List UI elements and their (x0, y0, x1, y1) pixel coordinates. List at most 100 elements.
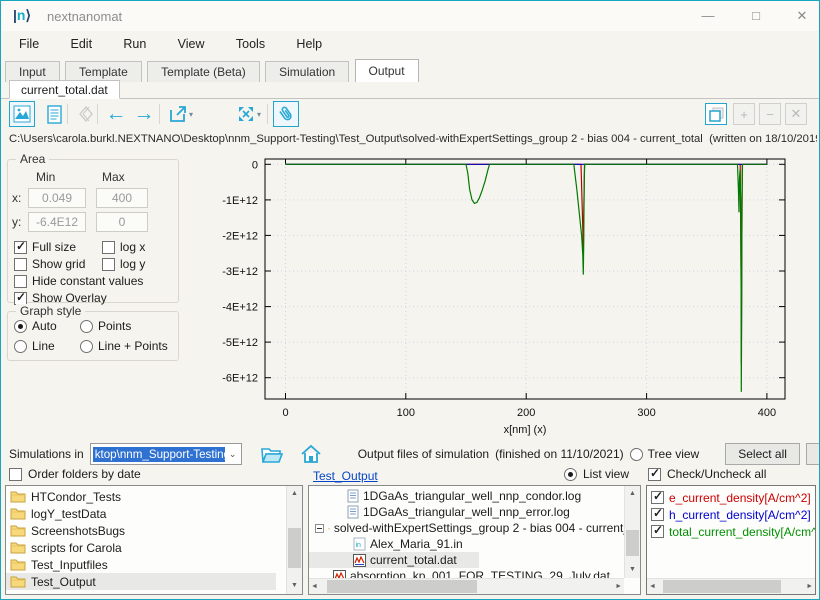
menu-help[interactable]: Help (282, 31, 336, 57)
simulations-folder-combo[interactable]: ktop\nnm_Support-Testing ⌄ (90, 443, 242, 465)
collapse-expander-icon[interactable] (315, 524, 324, 533)
full-size-checkbox[interactable] (14, 241, 27, 254)
svg-text:-3E+12: -3E+12 (222, 266, 258, 278)
single-window-button[interactable] (705, 103, 727, 125)
auto-radio[interactable] (14, 320, 27, 333)
folder-item[interactable]: scripts for Carola (6, 539, 302, 556)
maximize-button[interactable]: □ (741, 5, 771, 27)
show-overlay-checkbox[interactable] (14, 292, 27, 305)
tree-item-dat-selected[interactable]: current_total.dat (309, 552, 479, 568)
scroll-thumb[interactable] (626, 530, 639, 556)
close-button[interactable]: ✕ (787, 5, 817, 27)
chevron-down-icon[interactable]: ⌄ (225, 449, 241, 460)
line-radio[interactable] (14, 340, 27, 353)
dataset-item[interactable]: total_current_density[A/cm^2] (647, 523, 815, 540)
fit-view-button[interactable] (233, 101, 259, 127)
title-bar: |n⟩ nextnanomat — □ ✕ (1, 1, 819, 31)
scroll-left-icon[interactable]: ◄ (311, 579, 318, 595)
minimize-button[interactable]: — (693, 5, 723, 27)
export-dropdown-caret[interactable]: ▾ (189, 110, 193, 119)
simulation-folders-list: HTCondor_Tests logY_testData Screenshots… (5, 485, 303, 595)
dataset-item[interactable]: h_current_density[A/cm^2] (647, 506, 815, 523)
log-x-checkbox[interactable] (102, 241, 115, 254)
log-y-checkbox[interactable] (102, 258, 115, 271)
none-button[interactable]: None (806, 443, 820, 465)
check-uncheck-all-checkbox[interactable] (648, 468, 661, 481)
tree-item-input-file[interactable]: inAlex_Maria_91.in (309, 536, 640, 552)
folder-item[interactable]: Test_Inputfiles (6, 556, 302, 573)
tab-template-beta[interactable]: Template (Beta) (147, 61, 260, 82)
tab-current-total-dat[interactable]: current_total.dat (9, 80, 120, 99)
back-button[interactable]: ← (103, 101, 129, 127)
svg-text:0: 0 (282, 407, 288, 419)
menu-edit[interactable]: Edit (57, 31, 107, 57)
points-radio[interactable] (80, 320, 93, 333)
fit-view-dropdown-caret[interactable]: ▾ (257, 110, 261, 119)
scroll-down-icon[interactable]: ▼ (287, 578, 302, 594)
tree-horizontal-scrollbar[interactable]: ◄ ► (309, 578, 624, 594)
folders-vertical-scrollbar[interactable]: ▲ ▼ (286, 486, 302, 594)
dataset-checkbox[interactable] (651, 491, 664, 504)
select-all-button[interactable]: Select all (725, 443, 800, 465)
scroll-left-icon[interactable]: ◄ (649, 579, 656, 595)
scroll-down-icon[interactable]: ▼ (625, 562, 640, 578)
tree-vertical-scrollbar[interactable]: ▲ ▼ (624, 486, 640, 578)
scroll-thumb[interactable] (663, 580, 781, 593)
x-max-field[interactable]: 400 (96, 188, 148, 208)
home-button[interactable] (300, 444, 322, 464)
plot-area[interactable]: 01002003004000-1E+12-2E+12-3E+12-4E+12-5… (185, 151, 815, 436)
tab-template[interactable]: Template (65, 61, 142, 82)
show-text-button[interactable] (41, 101, 67, 127)
folder-item[interactable]: ScreenshotsBugs (6, 522, 302, 539)
menu-tools[interactable]: Tools (222, 31, 279, 57)
zoom-in-button-disabled[interactable]: + (733, 103, 755, 125)
dataset-label: total_current_density[A/cm^2] (669, 525, 816, 539)
tab-output[interactable]: Output (355, 59, 419, 82)
scroll-right-icon[interactable]: ► (806, 579, 813, 595)
legend-horizontal-scrollbar[interactable]: ◄ ► (647, 578, 815, 594)
tab-simulation[interactable]: Simulation (265, 61, 349, 82)
show-plot-button[interactable] (9, 101, 35, 127)
attach-overlay-button[interactable] (273, 101, 299, 127)
scroll-thumb[interactable] (327, 580, 477, 593)
export-button[interactable] (165, 101, 191, 127)
dataset-checkbox[interactable] (651, 508, 664, 521)
scroll-up-icon[interactable]: ▲ (287, 486, 302, 502)
menu-file[interactable]: File (5, 31, 53, 57)
dataset-item[interactable]: e_current_density[A/cm^2] (647, 489, 815, 506)
hide-constant-label: Hide constant values (32, 274, 143, 288)
x-min-field[interactable]: 0.049 (28, 188, 86, 208)
tree-item-folder-expanded[interactable]: solved-withExpertSettings_group 2 - bias… (309, 520, 640, 536)
zoom-out-button-disabled[interactable]: − (759, 103, 781, 125)
tree-item-log[interactable]: 1DGaAs_triangular_well_nnp_error.log (309, 504, 640, 520)
dataset-checkbox[interactable] (651, 525, 664, 538)
scroll-right-icon[interactable]: ► (615, 579, 622, 595)
line-points-radio[interactable] (80, 340, 93, 353)
menu-run[interactable]: Run (109, 31, 160, 57)
log-y-label: log y (120, 257, 145, 271)
y-max-field[interactable]: 0 (96, 212, 148, 232)
tree-view-radio[interactable] (630, 448, 643, 461)
scroll-up-icon[interactable]: ▲ (625, 486, 640, 502)
show-grid-checkbox[interactable] (14, 258, 27, 271)
hide-constant-checkbox[interactable] (14, 275, 27, 288)
scroll-thumb[interactable] (288, 528, 301, 568)
tree-item-log[interactable]: 1DGaAs_triangular_well_nnp_condor.log (309, 488, 640, 504)
menu-view[interactable]: View (164, 31, 219, 57)
close-view-button-disabled[interactable]: ✕ (785, 103, 807, 125)
folder-item[interactable]: logY_testData (6, 505, 302, 522)
tab-input[interactable]: Input (5, 61, 60, 82)
paperclip-icon (276, 104, 296, 124)
svg-text:200: 200 (517, 407, 535, 419)
list-view-radio[interactable] (564, 468, 577, 481)
folder-item-selected[interactable]: Test_Output (6, 573, 276, 590)
forward-button[interactable]: → (131, 101, 157, 127)
open-folder-yellow-icon (328, 522, 330, 535)
folder-item[interactable]: HTCondor_Tests (6, 488, 302, 505)
overlay-pages-button-disabled[interactable] (73, 101, 99, 127)
order-folders-checkbox[interactable] (9, 468, 22, 481)
test-output-link[interactable]: Test_Output (313, 469, 378, 483)
show-grid-label: Show grid (32, 257, 85, 271)
y-min-field[interactable]: -6.4E12 (28, 212, 86, 232)
browse-folder-button[interactable] (260, 445, 284, 464)
